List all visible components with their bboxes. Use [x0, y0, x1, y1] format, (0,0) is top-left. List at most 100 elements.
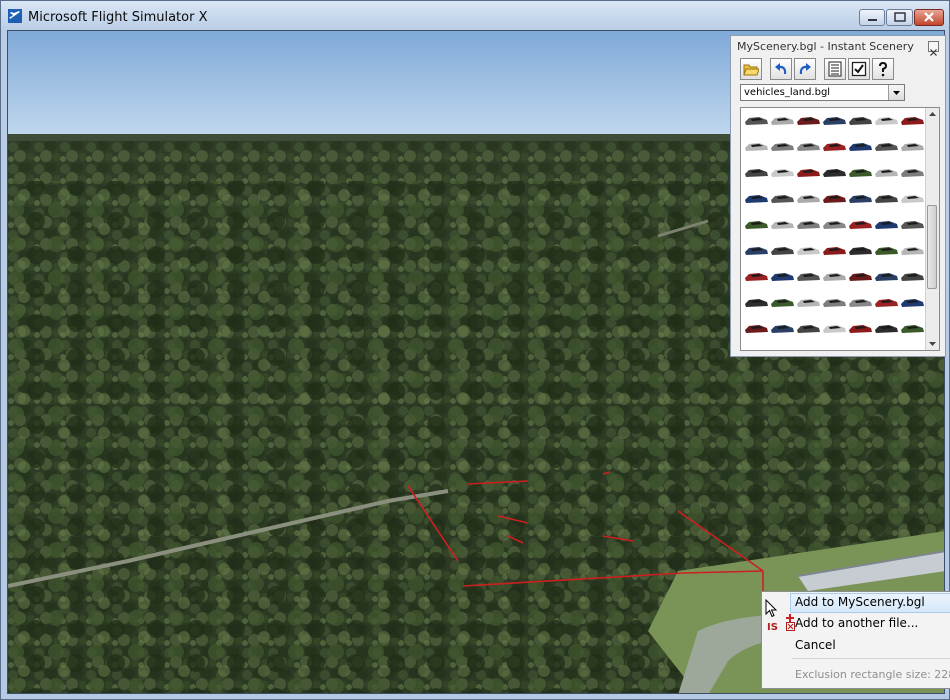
scroll-up-icon[interactable]	[926, 108, 939, 120]
vehicle-thumbnail[interactable]	[849, 221, 872, 229]
vehicle-thumbnail[interactable]	[875, 221, 898, 229]
vehicle-thumbnail[interactable]	[745, 325, 768, 333]
vehicle-thumbnail[interactable]	[771, 247, 794, 255]
vehicle-thumbnail[interactable]	[849, 195, 872, 203]
vehicle-thumbnail[interactable]	[797, 195, 820, 203]
is-icon-label: IS	[767, 622, 778, 633]
vehicle-thumbnail[interactable]	[901, 299, 924, 307]
vehicle-thumbnail[interactable]	[823, 325, 846, 333]
vehicle-thumbnail[interactable]	[849, 117, 872, 125]
undo-icon	[775, 63, 787, 75]
vehicle-thumbnail[interactable]	[823, 117, 846, 125]
undo-button[interactable]	[770, 58, 792, 80]
redo-button[interactable]	[794, 58, 816, 80]
vehicle-thumbnail[interactable]	[771, 221, 794, 229]
vehicle-thumbnail[interactable]	[797, 325, 820, 333]
vehicle-thumbnail[interactable]	[797, 247, 820, 255]
mouse-cursor-icon	[765, 599, 778, 618]
vehicle-thumbnail[interactable]	[849, 299, 872, 307]
vehicle-thumbnail[interactable]	[797, 169, 820, 177]
vehicle-thumbnail[interactable]	[745, 169, 768, 177]
vehicle-thumbnail[interactable]	[901, 195, 924, 203]
vehicle-thumbnail[interactable]	[875, 195, 898, 203]
vehicle-thumbnail[interactable]	[823, 273, 846, 281]
vehicle-thumbnail[interactable]	[875, 169, 898, 177]
chevron-down-icon	[893, 91, 900, 95]
vehicle-thumbnail[interactable]	[797, 117, 820, 125]
vehicle-thumbnail[interactable]	[745, 273, 768, 281]
vehicle-thumbnail[interactable]	[849, 273, 872, 281]
vehicle-thumbnail[interactable]	[745, 143, 768, 151]
vehicle-thumbnail[interactable]	[901, 221, 924, 229]
menu-item-cancel[interactable]: Cancel	[795, 638, 836, 652]
redo-icon	[799, 63, 811, 75]
title-bar[interactable]: Microsoft Flight Simulator X	[1, 1, 949, 30]
gallery-scrollbar[interactable]	[925, 108, 939, 350]
vehicle-thumbnail[interactable]	[901, 247, 924, 255]
close-button[interactable]	[914, 9, 944, 26]
vehicle-thumbnail[interactable]	[745, 247, 768, 255]
vehicle-thumbnail[interactable]	[745, 299, 768, 307]
vehicle-thumbnail[interactable]	[849, 325, 872, 333]
vehicle-thumbnail[interactable]	[797, 299, 820, 307]
minimize-button[interactable]	[859, 9, 885, 26]
vehicle-thumbnail[interactable]	[771, 325, 794, 333]
vehicle-thumbnail[interactable]	[823, 195, 846, 203]
maximize-button[interactable]	[886, 9, 913, 26]
vehicle-thumbnail[interactable]	[849, 169, 872, 177]
vehicle-thumbnail[interactable]	[823, 247, 846, 255]
menu-item-add-to-another-file[interactable]: Add to another file...	[795, 616, 918, 630]
vehicle-thumbnail[interactable]	[797, 143, 820, 151]
library-select[interactable]: vehicles_land.bgl	[740, 84, 905, 101]
dropdown-button[interactable]	[888, 85, 904, 100]
vehicle-thumbnail[interactable]	[771, 117, 794, 125]
vehicle-thumbnail[interactable]	[849, 143, 872, 151]
help-button[interactable]	[872, 58, 894, 80]
open-folder-icon	[743, 64, 759, 76]
vehicle-thumbnail[interactable]	[745, 195, 768, 203]
list-icon	[828, 61, 842, 77]
open-button[interactable]	[740, 58, 762, 80]
vehicle-thumbnail[interactable]	[901, 169, 924, 177]
object-gallery[interactable]	[740, 107, 940, 351]
maximize-icon	[894, 12, 906, 22]
vehicle-thumbnail[interactable]	[849, 247, 872, 255]
checkbox-icon	[851, 61, 867, 77]
help-icon	[879, 61, 888, 77]
airplane-icon	[8, 9, 22, 23]
vehicle-thumbnail[interactable]	[901, 273, 924, 281]
vehicle-thumbnail[interactable]	[875, 247, 898, 255]
vehicle-thumbnail[interactable]	[823, 143, 846, 151]
vehicle-thumbnail[interactable]	[797, 273, 820, 281]
vehicle-thumbnail[interactable]	[875, 143, 898, 151]
scroll-down-icon[interactable]	[926, 338, 939, 350]
vehicle-thumbnails[interactable]	[741, 108, 927, 350]
vehicle-thumbnail[interactable]	[823, 169, 846, 177]
vehicle-thumbnail[interactable]	[901, 143, 924, 151]
vehicle-thumbnail[interactable]	[771, 299, 794, 307]
vehicle-thumbnail[interactable]	[771, 143, 794, 151]
vehicle-thumbnail[interactable]	[745, 117, 768, 125]
vehicle-thumbnail[interactable]	[771, 273, 794, 281]
menu-item-add-to-myscenery[interactable]: Add to MyScenery.bgl	[795, 595, 925, 609]
vehicle-thumbnail[interactable]	[901, 325, 924, 333]
vehicle-thumbnail[interactable]	[875, 273, 898, 281]
vehicle-thumbnail[interactable]	[771, 195, 794, 203]
close-icon	[924, 12, 934, 22]
vehicle-thumbnail[interactable]	[823, 221, 846, 229]
vehicle-thumbnail[interactable]	[823, 299, 846, 307]
vehicle-thumbnail[interactable]	[745, 221, 768, 229]
scrollbar-thumb[interactable]	[927, 205, 937, 289]
vehicle-thumbnail[interactable]	[875, 117, 898, 125]
vehicle-thumbnail[interactable]	[797, 221, 820, 229]
panel-close-button[interactable]	[928, 41, 939, 56]
list-button[interactable]	[824, 58, 846, 80]
vehicle-thumbnail[interactable]	[875, 325, 898, 333]
library-select-value: vehicles_land.bgl	[744, 87, 831, 98]
check-button[interactable]	[848, 58, 870, 80]
vehicle-thumbnail[interactable]	[875, 299, 898, 307]
close-icon	[930, 49, 937, 56]
vehicle-thumbnail[interactable]	[901, 117, 924, 125]
exclusion-size-status: Exclusion rectangle size: 228.3	[795, 668, 950, 681]
vehicle-thumbnail[interactable]	[771, 169, 794, 177]
